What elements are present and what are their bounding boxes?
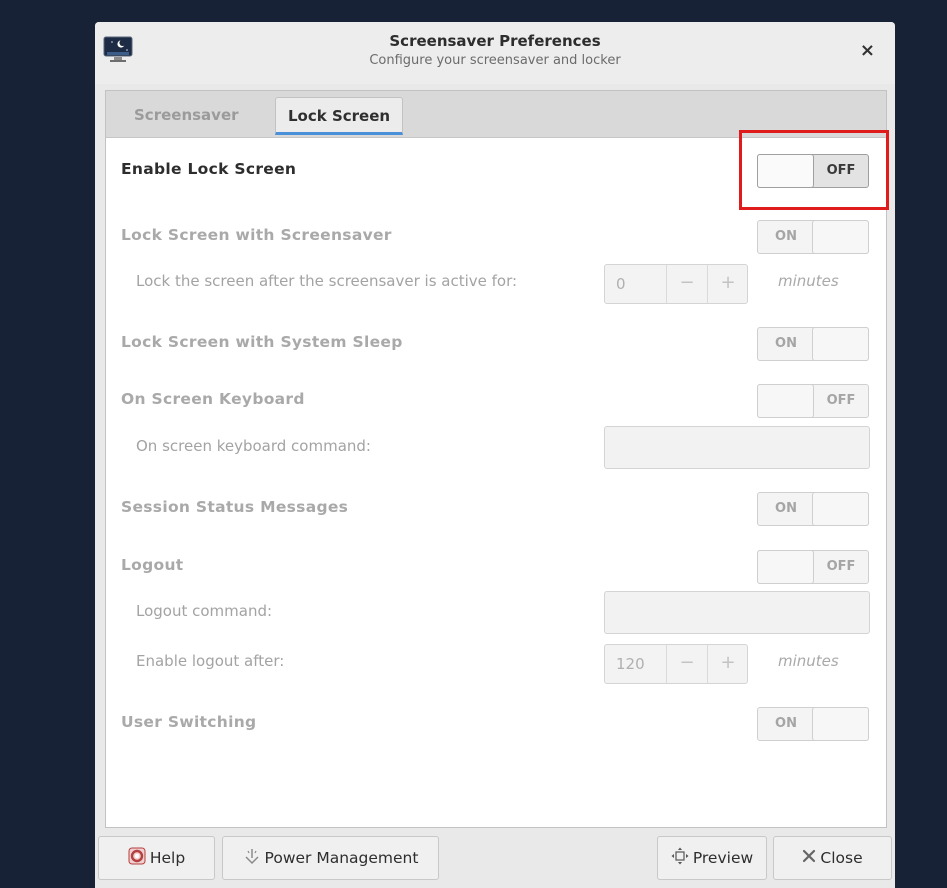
switch-knob (757, 550, 814, 584)
window-subtitle: Configure your screensaver and locker (369, 53, 621, 68)
window-title: Screensaver Preferences (389, 32, 601, 50)
help-button[interactable]: Help (98, 836, 215, 880)
tab-screensaver[interactable]: Screensaver (122, 97, 251, 135)
preview-button-label: Preview (692, 849, 754, 867)
switch-knob (812, 327, 869, 361)
switch-state: ON (775, 716, 797, 731)
logout-after-label: Enable logout after: (136, 652, 285, 670)
switch-state: ON (775, 501, 797, 516)
increment-button[interactable]: + (707, 645, 748, 683)
osk-command-label: On screen keyboard command: (136, 437, 371, 455)
decrement-button[interactable]: − (666, 265, 707, 303)
switch-state: OFF (826, 393, 856, 408)
lock-after-unit: minutes (778, 272, 839, 290)
close-button-label: Close (820, 849, 863, 867)
lock-after-label: Lock the screen after the screensaver is… (136, 272, 518, 290)
power-management-button[interactable]: Power Management (222, 836, 439, 880)
titlebar: Screensaver Preferences Configure your s… (95, 22, 895, 84)
spinner-value: 120 (616, 655, 645, 673)
switch-knob (812, 707, 869, 741)
preview-button[interactable]: Preview (657, 836, 767, 880)
session-status-switch[interactable]: ON (757, 492, 869, 526)
user-switching-label: User Switching (121, 713, 257, 731)
power-management-button-label: Power Management (264, 849, 419, 867)
lock-with-screensaver-switch[interactable]: ON (757, 220, 869, 254)
power-management-icon (243, 847, 261, 869)
logout-switch[interactable]: OFF (757, 550, 869, 584)
session-status-label: Session Status Messages (121, 498, 349, 516)
lock-with-sleep-label: Lock Screen with System Sleep (121, 333, 403, 351)
logout-command-label: Logout command: (136, 602, 273, 620)
lock-with-sleep-switch[interactable]: ON (757, 327, 869, 361)
switch-state: ON (775, 336, 797, 351)
lock-after-spinner[interactable]: 0 − + (604, 264, 748, 304)
button-bar: Help Power Management Preview Close (95, 828, 895, 888)
lock-with-screensaver-label: Lock Screen with Screensaver (121, 226, 392, 244)
osk-command-input[interactable] (604, 426, 870, 469)
annotation-highlight-box (739, 130, 889, 210)
fullscreen-preview-icon (671, 847, 689, 869)
on-screen-keyboard-switch[interactable]: OFF (757, 384, 869, 418)
close-x-icon (802, 849, 816, 867)
switch-knob (812, 220, 869, 254)
logout-command-input[interactable] (604, 591, 870, 634)
close-button[interactable]: Close (773, 836, 892, 880)
switch-state: ON (775, 229, 797, 244)
logout-after-spinner[interactable]: 120 − + (604, 644, 748, 684)
logout-after-unit: minutes (778, 652, 839, 670)
decrement-button[interactable]: − (666, 645, 707, 683)
switch-knob (812, 492, 869, 526)
logout-label: Logout (121, 556, 184, 574)
user-switching-switch[interactable]: ON (757, 707, 869, 741)
help-button-label: Help (149, 849, 186, 867)
help-lifebuoy-icon (128, 847, 146, 869)
increment-button[interactable]: + (707, 265, 748, 303)
tab-lock-screen[interactable]: Lock Screen (275, 97, 404, 135)
enable-lock-screen-label: Enable Lock Screen (121, 160, 297, 178)
switch-state: OFF (826, 559, 856, 574)
on-screen-keyboard-label: On Screen Keyboard (121, 390, 305, 408)
close-icon[interactable]: × (860, 40, 875, 61)
switch-knob (757, 384, 814, 418)
spinner-value: 0 (616, 275, 626, 293)
